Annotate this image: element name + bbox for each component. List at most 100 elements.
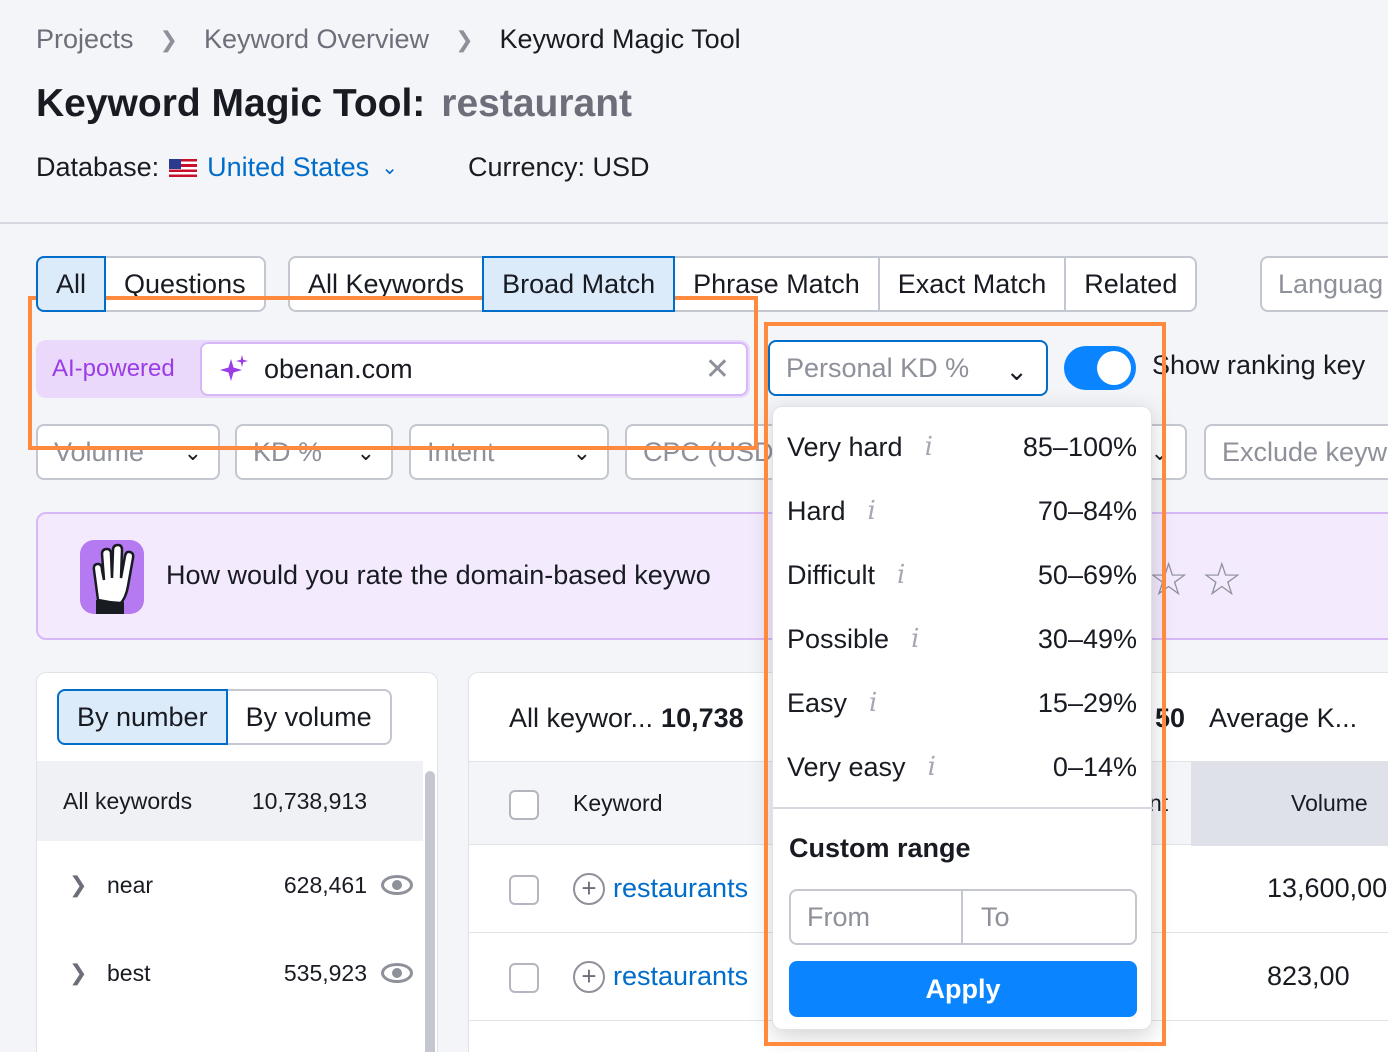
personal-kd-placeholder: Personal KD % [786,352,970,383]
custom-range-from-input[interactable]: From [789,889,963,945]
info-icon[interactable]: i [925,432,933,462]
intent-filter-label: Intent [427,436,495,467]
kd-option-label: Difficult [787,559,876,590]
chevron-right-icon[interactable]: ❯ [69,872,87,898]
kd-filter[interactable]: KD % ⌄ [235,424,393,480]
kd-option-very-hard[interactable]: Very hard i 85–100% [787,415,1137,479]
kd-option-hard[interactable]: Hard i 70–84% [787,479,1137,543]
all-keywords-summary: All keywor... 10,738 [509,703,744,734]
summary-right: 50 Average K... [1155,703,1357,734]
tab-exact-match[interactable]: Exact Match [877,256,1067,312]
chevron-down-icon: ⌄ [572,440,591,465]
ai-powered-label: AI-powered [52,355,175,382]
us-flag-icon [169,158,198,177]
kd-option-very-easy[interactable]: Very easy i 0–14% [787,735,1137,799]
type-tabs: All Questions [36,256,266,312]
ai-domain-value: obenan.com [264,353,413,384]
info-icon[interactable]: i [869,688,877,718]
tab-by-volume[interactable]: By volume [225,689,392,745]
tab-by-number[interactable]: By number [57,689,228,745]
info-icon[interactable]: i [911,624,919,654]
chevron-down-icon[interactable]: ⌄ [381,155,398,180]
chevron-down-icon: ⌄ [183,440,202,465]
kd-option-difficult[interactable]: Difficult i 50–69% [787,543,1137,607]
all-keywords-count: 10,738 [661,703,744,733]
kd-option-label: Possible [787,623,890,654]
tab-all[interactable]: All [36,256,107,312]
kd-option-label: Very hard [787,431,903,462]
tab-all-keywords[interactable]: All Keywords [288,256,485,312]
kd-option-easy[interactable]: Easy i 15–29% [787,671,1137,735]
add-keyword-icon[interactable]: + [573,961,605,993]
volume-filter-label: Volume [54,436,145,467]
chevron-down-icon: ⌄ [356,440,375,465]
chevron-right-icon: ❯ [159,26,178,52]
kd-option-range: 15–29% [1037,687,1137,718]
intent-filter[interactable]: Intent ⌄ [409,424,609,480]
row-checkbox[interactable] [509,963,539,993]
breadcrumb-projects[interactable]: Projects [36,24,134,55]
feedback-banner: How would you rate the domain-based keyw… [36,512,1388,640]
waving-hand-icon [80,540,144,614]
kd-option-range: 70–84% [1037,495,1137,526]
personal-kd-dropdown: Very hard i 85–100% Hard i 70–84% Difficult i… [772,406,1153,1030]
chevron-right-icon: ❯ [455,26,474,52]
star-icon[interactable]: ☆ [1148,553,1201,605]
keyword-link[interactable]: restaurants [613,961,748,992]
kd-option-range: 0–14% [1052,751,1137,782]
database-line: Database: United States ⌄ Currency: USD [36,152,650,183]
info-icon[interactable]: i [928,752,936,782]
dropdown-divider [773,807,1153,809]
eye-icon[interactable] [381,875,413,895]
volume-filter[interactable]: Volume ⌄ [36,424,220,480]
close-icon[interactable]: ✕ [705,352,730,387]
eye-icon[interactable] [381,963,413,983]
column-volume[interactable]: Volume [1291,790,1368,817]
currency-label: Currency: USD [467,152,650,182]
personal-kd-select[interactable]: Personal KD % ⌄ [768,340,1048,396]
kd-option-range: 30–49% [1037,623,1137,654]
group-count: 535,923 [283,959,367,986]
keyword-link[interactable]: restaurants [613,873,748,904]
column-keyword[interactable]: Keyword [573,790,662,817]
database-label: Database: [36,152,160,182]
language-select[interactable]: Languag [1260,256,1388,312]
feedback-question: How would you rate the domain-based keyw… [166,560,711,590]
select-all-checkbox[interactable] [509,790,539,820]
group-row[interactable]: ❯ best 535,923 [37,933,423,1013]
ai-domain-input[interactable]: obenan.com ✕ [200,342,748,396]
show-ranking-label: Show ranking key [1152,350,1366,380]
exclude-keywords-filter[interactable]: Exclude keyw [1204,424,1388,480]
row-checkbox[interactable] [509,875,539,905]
apply-button[interactable]: Apply [789,961,1137,1017]
group-count: 628,461 [283,871,367,898]
breadcrumb-keyword-overview[interactable]: Keyword Overview [204,24,429,55]
breadcrumb-current: Keyword Magic Tool [499,24,741,54]
show-ranking-toggle[interactable] [1064,346,1136,390]
kd-option-label: Easy [787,687,848,718]
keyword-volume: 823,00 [1267,961,1350,991]
info-icon[interactable]: i [868,496,876,526]
tab-phrase-match[interactable]: Phrase Match [673,256,880,312]
tab-related[interactable]: Related [1064,256,1198,312]
custom-range-to-input[interactable]: To [961,889,1137,945]
kd-option-possible[interactable]: Possible i 30–49% [787,607,1137,671]
chevron-down-icon: ⌄ [1150,440,1169,465]
star-icon[interactable]: ☆ [1201,553,1254,605]
kd-option-label: Hard [787,495,846,526]
tab-questions[interactable]: Questions [104,256,266,312]
chevron-right-icon[interactable]: ❯ [69,960,87,986]
add-keyword-icon[interactable]: + [573,873,605,905]
custom-range-title: Custom range [789,833,971,863]
group-row-all[interactable]: All keywords 10,738,913 [37,761,423,841]
info-icon[interactable]: i [897,560,905,590]
keyword-groups-panel: By number By volume All keywords 10,738,… [36,672,438,1052]
page-title-tool: Keyword Magic Tool: [36,82,426,125]
database-select[interactable]: United States [207,152,369,183]
group-count: 10,738,913 [251,787,367,814]
scrollbar[interactable] [425,771,435,1052]
kd-option-label: Very easy [787,751,906,782]
group-row[interactable]: ❯ near 628,461 [37,845,423,925]
group-label: near [107,871,154,898]
tab-broad-match[interactable]: Broad Match [482,256,676,312]
